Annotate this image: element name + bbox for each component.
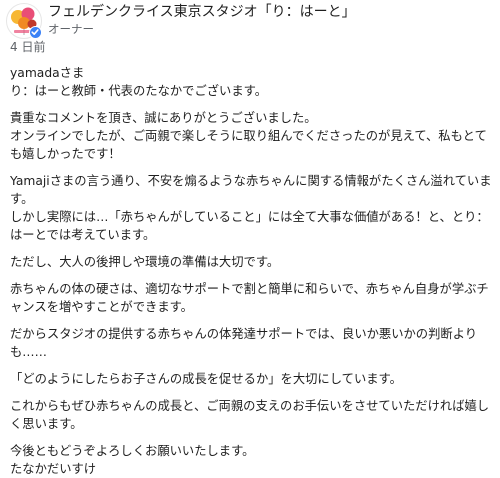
reply-paragraph: だからスタジオの提供する赤ちゃんの体発達サポートでは、良いか悪いかの判断よりも…… [10, 327, 478, 359]
reply-paragraph: これからもぜひ赤ちゃんの成長と、ご両親の支えのお手伝いをさせていただければ嬉しく… [10, 399, 490, 431]
verified-check-icon [29, 26, 42, 39]
reply-paragraph: 赤ちゃんの体の硬さは、適切なサポートで割と簡単に和らいで、赤ちゃん自身が学ぶチャ… [10, 282, 489, 314]
reply-paragraph: 「どのようにしたらお子さんの成長を促せるか」を大切にしています。 [10, 372, 402, 386]
author-role: オーナー [48, 22, 94, 36]
review-reply-header: フェルデンクライス東京スタジオ「り：はーと」 オーナー [0, 0, 500, 40]
reply-body: yamadaさま り：はーと教師・代表のたなかでございます。 貴重なコメントを頂… [10, 64, 494, 478]
reply-paragraph: ただし、大人の後押しや環境の準備は大切です。 [10, 255, 280, 269]
reply-paragraph: yamadaさま り：はーと教師・代表のたなかでございます。 [10, 66, 268, 98]
reply-paragraph: 今後ともどうぞよろしくお願いいたします。 たなかだいすけ [10, 444, 255, 476]
reply-timestamp: 4 日前 [10, 40, 46, 54]
reply-paragraph: Yamajiさまの言う通り、不安を煽るような赤ちゃんに関する情報がたくさん溢れて… [10, 174, 492, 242]
reply-paragraph: 貴重なコメントを頂き、誠にありがとうございました。 オンラインでしたが、ご両親で… [10, 111, 487, 161]
author-name[interactable]: フェルデンクライス東京スタジオ「り：はーと」 [48, 4, 356, 21]
